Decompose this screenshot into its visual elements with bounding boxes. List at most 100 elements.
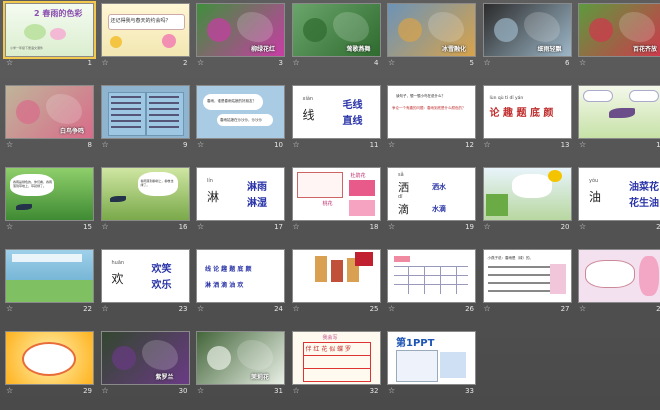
- slide-thumbnail[interactable]: 茉莉花 ☆ 31: [196, 331, 285, 396]
- slide-shape: [110, 96, 141, 98]
- animation-star-icon: ☆: [292, 140, 300, 149]
- slide-thumbnail[interactable]: ☆ 29: [5, 331, 94, 396]
- slide-number: 32: [369, 387, 379, 395]
- slide-number: 2: [183, 59, 188, 67]
- slide-shape: [456, 266, 457, 294]
- slide-thumbnail[interactable]: sǎ 洒 dī 滴 洒水 水滴 ☆ 19: [387, 167, 476, 232]
- slide-shape: [22, 342, 76, 376]
- slide-thumbnail[interactable]: 白鸟争鸣 ☆ 8: [5, 85, 94, 150]
- slide-preview: 白鸟争鸣: [5, 85, 94, 139]
- slide-shape: [109, 196, 126, 202]
- animation-star-icon: ☆: [579, 58, 587, 67]
- slide-preview: [5, 249, 94, 303]
- slide-thumbnail[interactable]: 杜鹃花 桃花 ☆ 18: [291, 167, 381, 232]
- slide-number: 25: [369, 305, 379, 313]
- slide-text: 春雨，谁是春雨姑娘的好朋友？: [207, 99, 256, 103]
- slide-thumbnail[interactable]: lín 淋 淋雨 淋湿 ☆ 17: [196, 167, 285, 232]
- animation-star-icon: ☆: [6, 222, 14, 231]
- slide-thumbnail[interactable]: 线 论 趣 题 底 颜淋 洒 滴 油 欢 ☆ 24: [196, 249, 285, 314]
- slide-shape: [547, 170, 562, 182]
- slide-preview: sǎ 洒 dī 滴 洒水 水滴: [387, 167, 476, 221]
- slide-shape: [50, 28, 66, 40]
- slide-shape: [396, 350, 438, 382]
- slide-number: 22: [83, 305, 92, 313]
- slide-word: 欢乐: [151, 280, 172, 291]
- slide-thumbnail[interactable]: ☆ 20: [482, 167, 572, 232]
- slide-thumbnail[interactable]: 柳绿花红 ☆ 3: [196, 3, 285, 68]
- slide-shape: [207, 346, 231, 370]
- slide-thumbnail[interactable]: 细雨轻飘 ☆ 6: [482, 3, 572, 68]
- slide-shape: [110, 120, 141, 122]
- slide-number: 20: [560, 223, 570, 231]
- animation-star-icon: ☆: [292, 58, 300, 67]
- slide-title: 我会写: [322, 335, 338, 341]
- slide-thumbnail[interactable]: ☆ 14: [578, 85, 660, 150]
- slide-thumbnail[interactable]: 读句子，想一想小鸟在说什么？ 争论一个有趣的问题：春雨到底是什么颜色的？ ☆ 12: [387, 85, 476, 150]
- slide-thumbnail[interactable]: xiàn 线 毛线 直线 ☆ 11: [291, 85, 381, 150]
- slide-preview: lín 淋 淋雨 淋湿: [196, 167, 285, 221]
- slide-preview: 读句子，想一想小鸟在说什么？ 争论一个有趣的问题：春雨到底是什么颜色的？: [387, 85, 476, 139]
- animation-star-icon: ☆: [579, 222, 587, 231]
- animation-star-icon: ☆: [197, 58, 205, 67]
- slide-word: 欢笑: [151, 264, 172, 275]
- slide-preview: 莺歌燕舞: [291, 3, 381, 57]
- slide-number: 16: [178, 223, 188, 231]
- slide-thumbnail[interactable]: ☆ 28: [578, 249, 660, 314]
- slide-characters: 线 论 趣 题 底 颜: [205, 266, 252, 273]
- slide-preview: 紫罗兰: [100, 331, 190, 385]
- slide-word: 淋湿: [247, 198, 267, 209]
- slide-thumbnail[interactable]: ☆ 26: [387, 249, 476, 314]
- slide-shape: [487, 274, 550, 276]
- animation-star-icon: ☆: [6, 386, 14, 395]
- slide-thumbnail[interactable]: 百花齐放☆7: [578, 3, 660, 68]
- slide-text: 春雨落到柳树上，柳枝也绿了。: [140, 179, 174, 187]
- slide-text: 春雨是绿色的，你们看，春雨落到草地上，草就绿了。: [13, 180, 53, 188]
- slide-shape: [609, 108, 635, 118]
- slide-thumbnail[interactable]: ☆ 9: [100, 85, 190, 150]
- slide-pinyin: yóu: [589, 178, 599, 184]
- slide-thumbnail[interactable]: ☆ 22: [5, 249, 94, 314]
- slide-logo: 第1PPT: [396, 338, 435, 349]
- slide-shape: [493, 18, 518, 42]
- slide-thumbnail[interactable]: 莺歌燕舞 ☆ 4: [291, 3, 381, 68]
- slide-shape: [101, 4, 189, 56]
- slide-thumbnail[interactable]: lùn qù tí dǐ yán 论 趣 题 底 颜 ☆ 13: [482, 85, 572, 150]
- slide-thumbnail[interactable]: 我会写伴 红 花 似 蝶 罗 ☆ 32: [291, 331, 381, 396]
- animation-star-icon: ☆: [388, 58, 396, 67]
- slide-shape: [302, 355, 371, 369]
- slide-thumbnail[interactable]: 第1PPT ☆ 33: [387, 331, 476, 396]
- animation-star-icon: ☆: [101, 386, 109, 395]
- slide-character: 淋: [207, 190, 220, 204]
- slide-shape: [148, 120, 179, 122]
- slide-thumbnail[interactable]: 春雨是绿色的，你们看，春雨落到草地上，草就绿了。 ☆ 15: [5, 167, 94, 232]
- animation-star-icon: ☆: [101, 140, 109, 149]
- slide-thumbnail[interactable]: ☆ 25: [291, 249, 381, 314]
- slide-thumbnail[interactable]: 还记得我与春天的约会吗？ ☆ 2: [100, 3, 190, 68]
- slide-caption: 莺歌燕舞: [346, 46, 371, 53]
- slide-word: 花生油: [629, 198, 659, 209]
- slide-shape: [583, 90, 613, 102]
- slide-caption: 紫罗兰: [155, 374, 174, 381]
- slide-shape: [24, 24, 46, 40]
- slide-number: 5: [469, 59, 474, 67]
- slide-thumbnail[interactable]: 小燕子说：春雨是（绿）的。 ☆ 27: [482, 249, 572, 314]
- slide-thumbnail[interactable]: 春雨落到柳树上，柳枝也绿了。 ☆ 16: [100, 167, 190, 232]
- slide-shape: [511, 174, 552, 198]
- slide-thumbnail[interactable]: huān 欢 欢笑 欢乐 ☆ 23: [100, 249, 190, 314]
- slide-preview: [291, 249, 381, 303]
- slide-number: 4: [374, 59, 379, 67]
- slide-thumbnail[interactable]: yóu 油 油菜花花生油 ☆ 21: [578, 167, 660, 232]
- slide-shape: [12, 254, 82, 262]
- slide-thumbnail[interactable]: 春雨，谁是春雨姑娘的好朋友？ 春雨姑娘在沙沙沙，沙沙沙 ☆ 10: [196, 85, 285, 150]
- animation-star-icon: ☆: [579, 140, 587, 149]
- slide-thumbnail[interactable]: 紫罗兰 ☆ 30: [100, 331, 190, 396]
- slide-title: 2 春雨的色彩: [34, 9, 83, 18]
- slide-thumbnail[interactable]: 2 春雨的色彩 小学一年级下册语文课件 ☆ 1: [3, 1, 96, 68]
- slide-shape: [111, 346, 136, 370]
- slide-number: 3: [278, 59, 283, 67]
- slide-character: 滴: [398, 203, 409, 216]
- slide-thumbnail[interactable]: 冰雪融化 ☆ 5: [387, 3, 476, 68]
- slide-shape: [148, 102, 179, 104]
- slide-shape: [354, 252, 373, 266]
- slide-preview: 小燕子说：春雨是（绿）的。: [482, 249, 572, 303]
